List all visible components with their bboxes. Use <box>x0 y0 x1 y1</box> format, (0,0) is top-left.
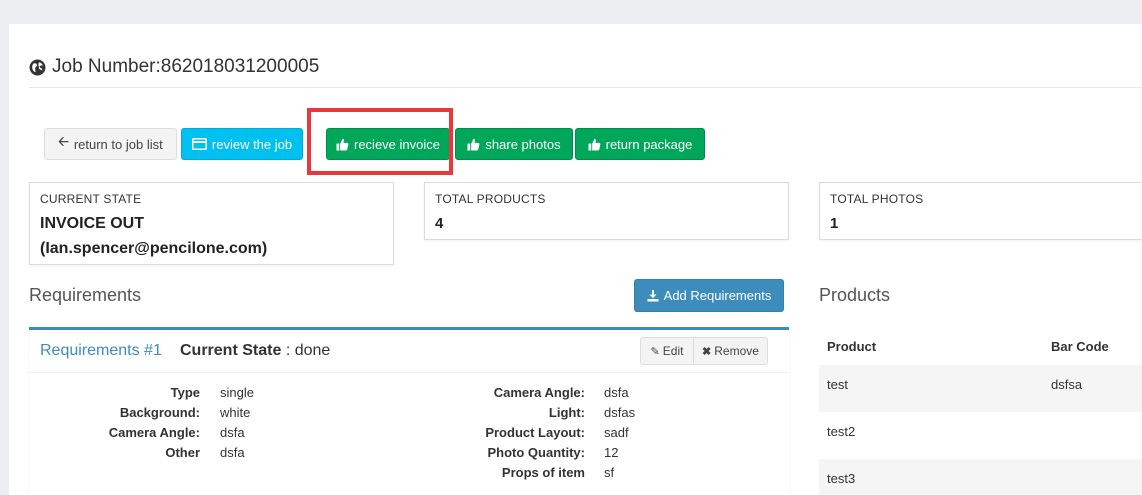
requirement-state-value: : done <box>285 342 331 359</box>
current-state-text: INVOICE OUT <box>40 215 145 232</box>
table-row: test3 <box>819 459 1142 495</box>
current-state-user: (Ian.spencer@pencilone.com) <box>40 240 268 257</box>
title-divider <box>29 87 1142 88</box>
req-type-label: Type <box>170 385 200 400</box>
remove-button[interactable]: ✖ Remove <box>693 337 768 365</box>
receive-invoice-button[interactable]: recieve invoice <box>326 128 450 160</box>
req-light-value: dsfas <box>604 405 636 420</box>
req-background-value: white <box>220 405 251 420</box>
share-photos-label: share photos <box>485 136 561 152</box>
req-camera-angle-value: dsfa <box>220 425 245 440</box>
review-job-button[interactable]: review the job <box>181 128 303 160</box>
close-icon: ✖ <box>702 345 712 358</box>
requirement-name[interactable]: Requirements #1 <box>40 342 162 360</box>
req-background-label: Background: <box>119 405 200 420</box>
bar-code-cell: dsfsa <box>1051 377 1083 392</box>
thumbs-up-icon <box>588 138 601 151</box>
edit-button[interactable]: ✎ Edit <box>640 337 694 365</box>
req-product-layout-value: sadf <box>604 425 629 440</box>
globe-icon <box>29 59 46 75</box>
req-camera-angle-2-value: dsfa <box>604 385 629 400</box>
column-header-bar-code: Bar Code <box>1051 339 1109 354</box>
total-products-label: TOTAL PRODUCTS <box>435 192 546 206</box>
arrow-left-icon: 🡠 <box>58 134 69 149</box>
req-photo-quantity-value: 12 <box>604 445 619 460</box>
thumbs-up-icon <box>336 138 349 151</box>
current-state-label: CURRENT STATE <box>40 192 142 206</box>
pencil-icon: ✎ <box>650 345 660 358</box>
main-panel: Job Number:862018031200005 🡠 return to j… <box>9 24 1142 495</box>
req-camera-angle-label: Camera Angle: <box>108 425 200 440</box>
current-state-box: CURRENT STATE INVOICE OUT (Ian.spencer@p… <box>29 182 394 265</box>
download-icon <box>647 289 659 301</box>
return-to-job-list-label: return to job list <box>73 136 163 152</box>
share-photos-button[interactable]: share photos <box>455 128 573 160</box>
return-to-job-list-button[interactable]: 🡠 return to job list <box>44 128 177 160</box>
req-other-value: dsfa <box>220 445 245 460</box>
req-type-value: single <box>220 385 254 400</box>
requirement-state-label: Current State <box>180 342 282 359</box>
req-light-label: Light: <box>548 405 585 420</box>
page-title: Job Number:862018031200005 <box>29 56 319 78</box>
return-package-button[interactable]: return package <box>575 128 705 160</box>
req-props-value: sf <box>604 465 615 480</box>
req-props-label: Props of item <box>501 465 585 480</box>
page-title-text: Job Number:862018031200005 <box>52 56 320 77</box>
req-product-layout-label: Product Layout: <box>485 425 585 440</box>
add-requirements-label: Add Requirements <box>663 288 772 303</box>
edit-label: Edit <box>662 344 684 358</box>
requirement-card: Requirements #1 Current State : done ✎ E… <box>29 327 789 495</box>
requirement-state: Current State : done <box>180 342 330 360</box>
table-row: test2 <box>819 412 1142 459</box>
add-requirements-button[interactable]: Add Requirements <box>634 279 784 312</box>
requirements-title: Requirements <box>29 285 142 305</box>
return-package-label: return package <box>605 136 693 152</box>
review-job-label: review the job <box>211 136 293 152</box>
product-name-cell: test <box>827 377 848 392</box>
remove-label: Remove <box>714 344 759 358</box>
total-photos-value: 1 <box>830 215 839 232</box>
req-other-label: Other <box>165 445 200 460</box>
total-photos-label: TOTAL PHOTOS <box>830 192 924 206</box>
table-row: test dsfsa <box>819 365 1142 412</box>
product-name-cell: test2 <box>827 424 856 439</box>
req-photo-quantity-label: Photo Quantity: <box>487 445 586 460</box>
requirement-header-divider <box>29 372 789 373</box>
total-photos-box: TOTAL PHOTOS 1 <box>819 182 1142 240</box>
column-header-product: Product <box>827 339 877 354</box>
req-camera-angle-2-label: Camera Angle: <box>493 385 585 400</box>
total-products-value: 4 <box>435 215 444 232</box>
products-title: Products <box>819 285 891 305</box>
product-name-cell: test3 <box>827 471 856 486</box>
credit-card-icon <box>191 138 207 150</box>
total-products-box: TOTAL PRODUCTS 4 <box>424 182 789 240</box>
current-state-value: INVOICE OUT (Ian.spencer@pencilone.com) <box>40 211 267 261</box>
table-header: Product Bar Code <box>819 329 1142 365</box>
thumbs-up-icon <box>467 138 480 151</box>
receive-invoice-label: recieve invoice <box>354 136 440 152</box>
